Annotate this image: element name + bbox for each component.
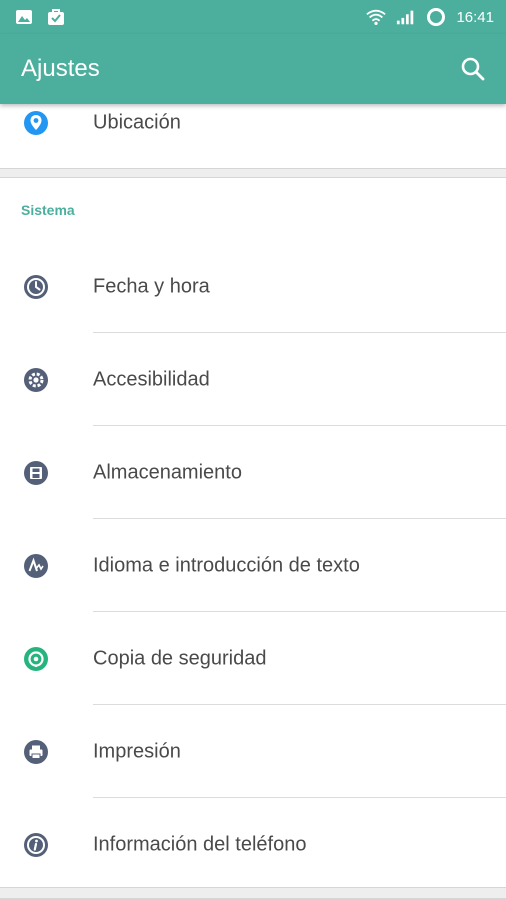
- status-bar-left: [14, 7, 66, 27]
- status-time: 16:41: [456, 8, 494, 26]
- image-icon: [14, 7, 34, 27]
- wifi-icon: [366, 7, 387, 27]
- section-divider: [0, 887, 506, 899]
- storage-floppy-icon: [23, 460, 49, 486]
- language-icon: [23, 553, 49, 579]
- accessibility-gear-icon: [23, 367, 49, 393]
- status-bar-right: 16:41: [366, 7, 494, 27]
- sync-ring-icon: [426, 7, 446, 27]
- section-header: Sistema: [21, 202, 75, 218]
- settings-item-label: Accesibilidad: [93, 368, 210, 390]
- app-bar: Ajustes: [0, 34, 506, 104]
- settings-item-label: Copia de seguridad: [93, 647, 267, 669]
- search-icon: [461, 57, 485, 81]
- settings-item-label: Idioma e introducción de texto: [93, 554, 360, 576]
- settings-item-label: Información del teléfono: [93, 833, 307, 855]
- bag-check-icon: [46, 7, 66, 27]
- settings-item-storage[interactable]: Almacenamiento: [0, 426, 506, 519]
- backup-icon: [23, 646, 49, 672]
- status-bar: 16:41: [0, 0, 506, 34]
- info-icon: [23, 832, 49, 858]
- signal-icon: [396, 7, 416, 27]
- page-title: Ajustes: [21, 55, 100, 82]
- settings-item-language-input[interactable]: Idioma e introducción de texto: [0, 519, 506, 612]
- location-pin-icon: [23, 110, 49, 136]
- settings-item-date-time[interactable]: Fecha y hora: [0, 240, 506, 333]
- clock-icon: [23, 274, 49, 300]
- settings-item-label: Fecha y hora: [93, 275, 210, 297]
- section-divider: [0, 168, 506, 178]
- settings-item-backup[interactable]: Copia de seguridad: [0, 612, 506, 705]
- settings-item-about-phone[interactable]: Información del teléfono: [0, 798, 506, 891]
- location-card: Ubicación: [0, 104, 506, 168]
- settings-item-printing[interactable]: Impresión: [0, 705, 506, 798]
- settings-item-label: Ubicación: [93, 111, 181, 133]
- settings-item-label: Almacenamiento: [93, 461, 242, 483]
- settings-item-label: Impresión: [93, 740, 181, 762]
- settings-item-accessibility[interactable]: Accesibilidad: [0, 333, 506, 426]
- printer-icon: [23, 739, 49, 765]
- system-section: Sistema Fecha y hora Accesibilidad Almac…: [0, 178, 506, 887]
- search-button[interactable]: [458, 54, 488, 84]
